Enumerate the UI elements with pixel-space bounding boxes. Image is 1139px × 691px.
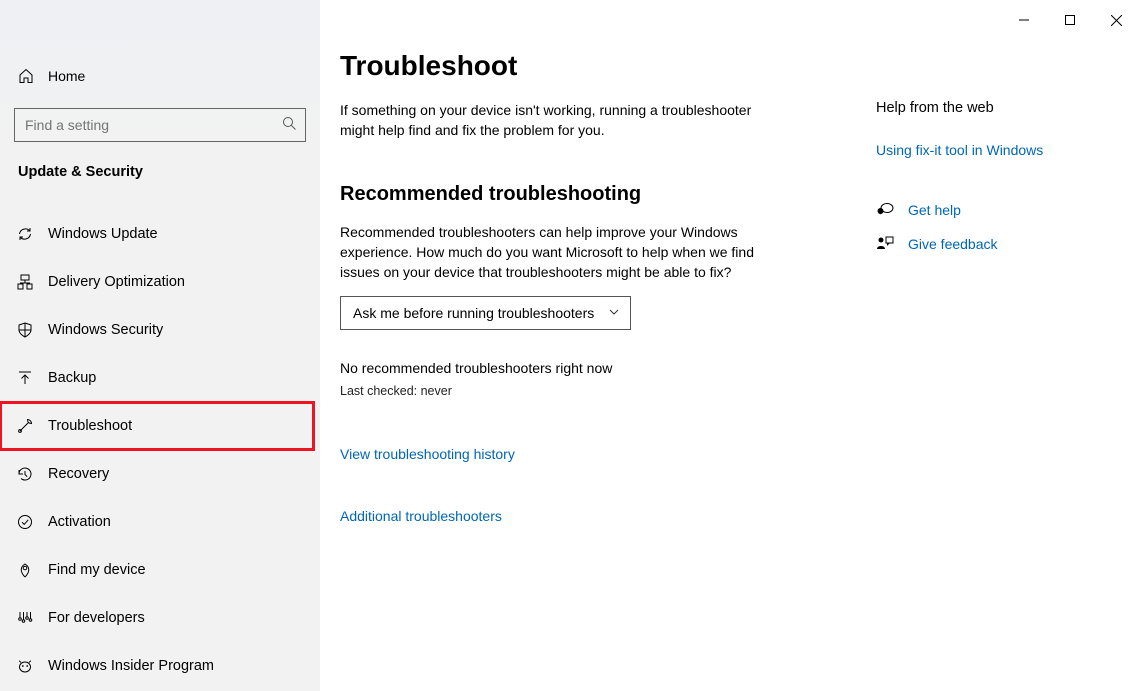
maximize-icon xyxy=(1065,15,1075,25)
fixit-link[interactable]: Using fix-it tool in Windows xyxy=(876,142,1106,158)
home-label: Home xyxy=(48,68,85,84)
nav-list: Windows Update Delivery Optimization Win… xyxy=(0,210,320,690)
nav-label: Activation xyxy=(48,514,111,530)
nav-label: For developers xyxy=(48,610,145,626)
recommended-desc: Recommended troubleshooters can help imp… xyxy=(340,222,770,283)
backup-icon xyxy=(16,370,34,386)
insider-icon xyxy=(16,658,34,674)
recovery-icon xyxy=(16,466,34,482)
maximize-button[interactable] xyxy=(1047,4,1093,36)
troubleshoot-preference-dropdown[interactable]: Ask me before running troubleshooters xyxy=(340,296,631,330)
shield-icon xyxy=(16,322,34,338)
search-icon xyxy=(282,116,297,134)
minimize-button[interactable] xyxy=(1001,4,1047,36)
window-controls xyxy=(1001,4,1139,36)
close-icon xyxy=(1111,15,1122,26)
no-recommended-text: No recommended troubleshooters right now xyxy=(340,360,1129,376)
last-checked-text: Last checked: never xyxy=(340,384,1129,398)
nav-label: Backup xyxy=(48,370,96,386)
lead-text: If something on your device isn't workin… xyxy=(340,100,770,141)
additional-troubleshooters-link[interactable]: Additional troubleshooters xyxy=(340,508,502,524)
check-circle-icon xyxy=(16,514,34,530)
sidebar-item-windows-insider[interactable]: Windows Insider Program xyxy=(0,642,320,690)
page-title: Troubleshoot xyxy=(340,50,1129,82)
wrench-icon xyxy=(16,418,34,434)
help-heading: Help from the web xyxy=(876,100,1106,116)
search-input[interactable] xyxy=(25,117,282,133)
delivery-icon xyxy=(16,274,34,290)
get-help-icon xyxy=(876,202,894,218)
home-icon xyxy=(18,68,34,84)
sidebar-item-find-my-device[interactable]: Find my device xyxy=(0,546,320,594)
get-help-link[interactable]: Get help xyxy=(876,202,1106,218)
dropdown-value: Ask me before running troubleshooters xyxy=(353,305,594,321)
view-history-link[interactable]: View troubleshooting history xyxy=(340,446,515,462)
nav-label: Recovery xyxy=(48,466,109,482)
feedback-icon xyxy=(876,236,894,252)
nav-label: Windows Security xyxy=(48,322,163,338)
sidebar-item-troubleshoot[interactable]: Troubleshoot xyxy=(0,402,314,450)
sidebar-item-backup[interactable]: Backup xyxy=(0,354,320,402)
give-feedback-link[interactable]: Give feedback xyxy=(876,236,1106,252)
developers-icon xyxy=(16,610,34,626)
feedback-label: Give feedback xyxy=(908,236,998,252)
sidebar-item-activation[interactable]: Activation xyxy=(0,498,320,546)
nav-label: Find my device xyxy=(48,562,146,578)
sidebar-item-recovery[interactable]: Recovery xyxy=(0,450,320,498)
sidebar-home[interactable]: Home xyxy=(0,54,320,98)
sidebar-item-delivery-optimization[interactable]: Delivery Optimization xyxy=(0,258,320,306)
sidebar-item-windows-update[interactable]: Windows Update xyxy=(0,210,320,258)
sidebar: Home Update & Security Windows Update De… xyxy=(0,0,320,691)
close-button[interactable] xyxy=(1093,4,1139,36)
nav-label: Windows Insider Program xyxy=(48,658,214,674)
get-help-label: Get help xyxy=(908,202,961,218)
nav-label: Troubleshoot xyxy=(48,418,132,434)
nav-label: Delivery Optimization xyxy=(48,274,185,290)
search-box[interactable] xyxy=(14,108,306,142)
sidebar-item-for-developers[interactable]: For developers xyxy=(0,594,320,642)
sidebar-item-windows-security[interactable]: Windows Security xyxy=(0,306,320,354)
right-column: Help from the web Using fix-it tool in W… xyxy=(876,100,1106,270)
location-icon xyxy=(16,562,34,578)
nav-label: Windows Update xyxy=(48,226,158,242)
chevron-down-icon xyxy=(608,305,620,321)
sidebar-category: Update & Security xyxy=(0,156,320,188)
sync-icon xyxy=(16,226,34,242)
minimize-icon xyxy=(1019,15,1029,25)
